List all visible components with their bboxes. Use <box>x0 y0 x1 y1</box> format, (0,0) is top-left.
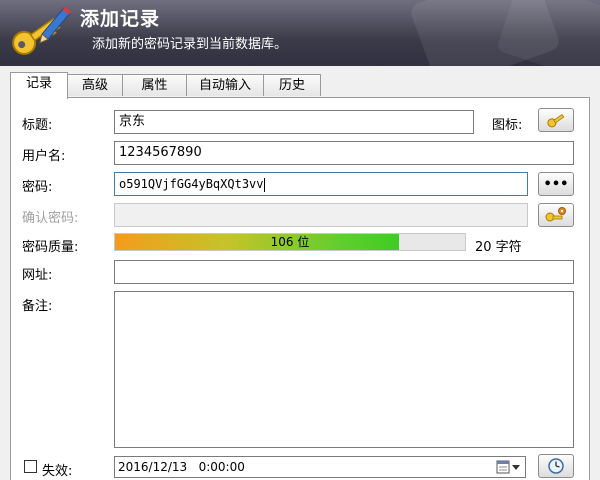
confirm-password-label: 确认密码: <box>22 211 79 226</box>
tab-history[interactable]: 历史 <box>263 74 321 96</box>
password-value: o591QVjfGG4yBqXQt3vv <box>119 177 264 191</box>
tab-autotype[interactable]: 自动输入 <box>186 74 264 96</box>
password-label: 密码: <box>22 180 53 195</box>
password-quality-bar: 106 位 <box>114 233 466 251</box>
expiry-presets-button[interactable] <box>538 454 574 478</box>
title-field[interactable]: 京东 <box>114 110 474 134</box>
password-quality-bits: 106 位 <box>270 235 310 249</box>
username-label: 用户名: <box>22 149 66 164</box>
key-generator-icon <box>545 207 566 222</box>
url-label: 网址: <box>22 268 53 283</box>
notes-textarea[interactable] <box>114 291 574 448</box>
icon-picker-button[interactable] <box>538 108 574 132</box>
password-quality-label: 密码质量: <box>22 240 79 255</box>
expiry-date-field[interactable]: 2016/12/13 0:00:00 <box>114 456 526 478</box>
tab-advanced[interactable]: 高级 <box>67 74 123 96</box>
header-banner: 添加记录 添加新的密码记录到当前数据库。 <box>0 0 600 66</box>
password-field[interactable]: o591QVjfGG4yBqXQt3vv <box>114 172 528 196</box>
key-pencil-icon <box>12 6 72 55</box>
calendar-dropdown-icon[interactable] <box>496 459 522 475</box>
expires-label: 失效: <box>42 464 73 479</box>
key-icon <box>547 114 565 128</box>
banner-title: 添加记录 <box>80 8 161 30</box>
expiry-date-value: 2016/12/13 0:00:00 <box>118 460 245 474</box>
password-generator-button[interactable] <box>538 203 574 227</box>
username-field[interactable]: 1234567890 <box>114 141 574 165</box>
text-caret <box>263 177 265 192</box>
banner-subtitle: 添加新的密码记录到当前数据库。 <box>92 37 288 52</box>
tab-entry[interactable]: 记录 <box>10 72 68 99</box>
toggle-password-visibility-button[interactable]: ••• <box>538 172 574 196</box>
password-length: 20 字符 <box>475 240 522 255</box>
tab-properties[interactable]: 属性 <box>122 74 187 96</box>
clock-icon <box>548 458 564 474</box>
icon-label: 图标: <box>492 118 523 133</box>
confirm-password-field[interactable] <box>114 203 528 227</box>
notes-label: 备注: <box>22 299 53 314</box>
expires-checkbox[interactable] <box>24 460 37 473</box>
url-field[interactable] <box>114 260 574 284</box>
title-label: 标题: <box>22 118 53 133</box>
